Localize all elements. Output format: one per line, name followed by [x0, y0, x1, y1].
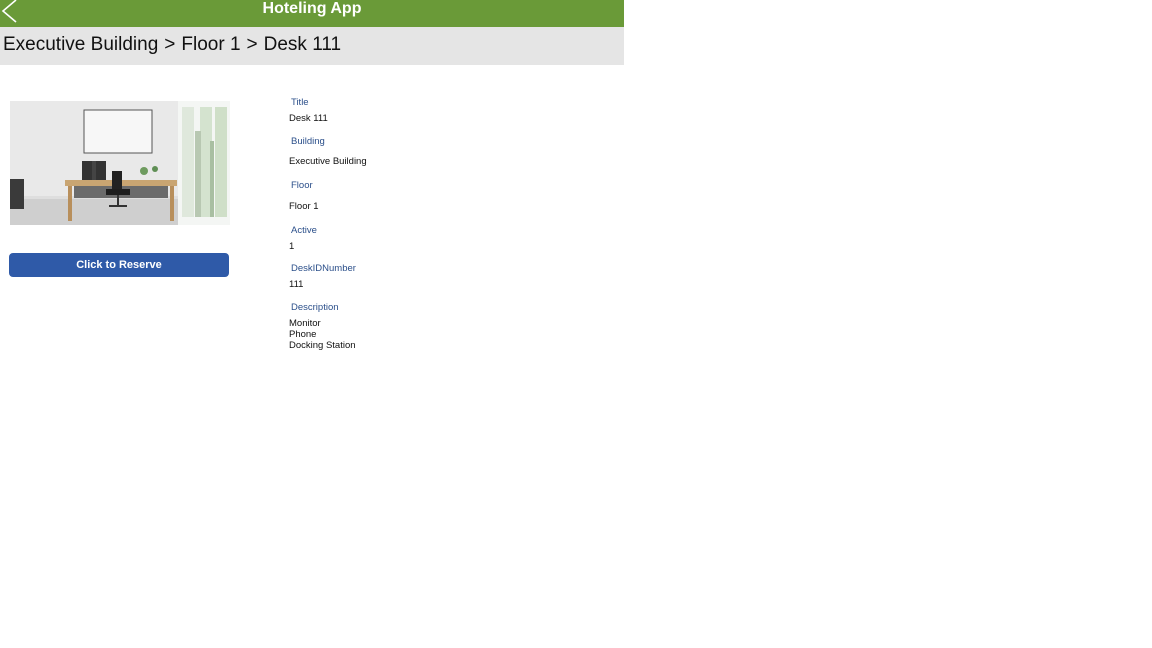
hoteling-app: Hoteling App Executive Building > Floor 1 >… [0, 0, 624, 648]
description-line: Monitor [289, 318, 321, 329]
app-header: Hoteling App [0, 0, 624, 27]
breadcrumb-separator: > [164, 34, 176, 55]
active-value: 1 [289, 241, 295, 252]
floor-label: Floor [291, 180, 313, 191]
title-value: Desk 111 [289, 113, 328, 124]
breadcrumb-bar: Executive Building > Floor 1 > Desk 111 [0, 27, 624, 65]
deskid-value: 111 [289, 279, 304, 290]
building-value: Executive Building [289, 156, 367, 167]
description-line: Docking Station [289, 340, 356, 351]
reserve-button[interactable]: Click to Reserve [9, 253, 229, 277]
description-value: Monitor Phone Docking Station [289, 318, 356, 351]
breadcrumb: Executive Building > Floor 1 > Desk 111 [3, 34, 341, 56]
building-label: Building [291, 136, 325, 147]
desk-photo [10, 101, 230, 225]
floor-value: Floor 1 [289, 201, 319, 212]
description-line: Phone [289, 329, 317, 340]
app-title: Hoteling App [262, 0, 362, 17]
breadcrumb-building[interactable]: Executive Building [3, 34, 158, 55]
breadcrumb-separator: > [246, 34, 258, 55]
breadcrumb-floor[interactable]: Floor 1 [181, 34, 240, 55]
breadcrumb-desk: Desk 111 [263, 34, 342, 55]
active-label: Active [291, 225, 317, 236]
title-label: Title [291, 97, 309, 108]
deskid-label: DeskIDNumber [291, 263, 356, 274]
description-label: Description [291, 302, 339, 313]
